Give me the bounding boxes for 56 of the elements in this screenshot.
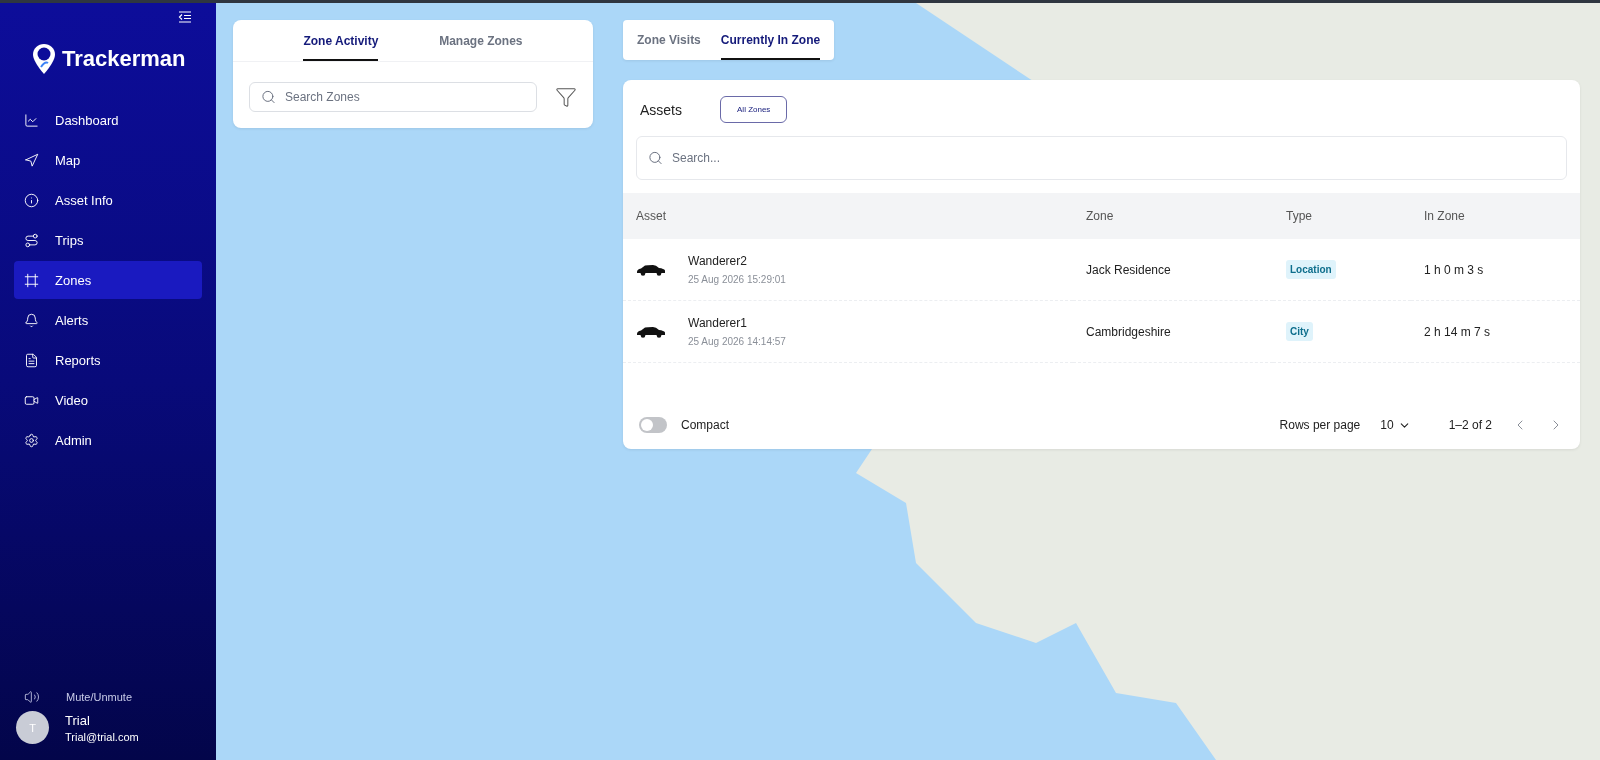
compact-label: Compact (681, 418, 730, 432)
type-tag: City (1286, 322, 1313, 341)
nav-icon (24, 232, 39, 248)
asset-name: Wanderer2 (688, 254, 748, 268)
nav-item[interactable]: Map (14, 141, 202, 179)
search-field[interactable]: Search... (636, 136, 1567, 180)
nav-item[interactable]: Zones (14, 261, 202, 299)
user-name: Trial (65, 712, 91, 728)
speaker-icon[interactable] (24, 689, 40, 705)
page-size-select[interactable]: 10 (1374, 417, 1417, 433)
search-icon (261, 89, 276, 105)
nav-item[interactable]: Video (14, 381, 202, 419)
asset-time: 25 Aug 2026 15:29:01 (688, 274, 786, 285)
type-tag: Location (1286, 260, 1336, 279)
nav-item[interactable]: Admin (14, 421, 202, 459)
car-icon (636, 263, 666, 276)
collapse-menu-icon[interactable] (178, 11, 192, 23)
nav-item[interactable]: Asset Info (14, 181, 202, 219)
table-cell: Jack Residence (1073, 239, 1273, 301)
mute-label: Mute/Unmute (66, 691, 133, 703)
compact-toggle[interactable] (639, 417, 667, 433)
tab[interactable]: Currently In Zone (720, 20, 821, 60)
page-range: 1–2 of 2 (1448, 418, 1492, 432)
column-header: Asset (623, 193, 1073, 239)
filter-icon[interactable] (555, 86, 577, 108)
nav-item[interactable]: Reports (14, 341, 202, 379)
car-icon (636, 325, 666, 338)
nav-item[interactable]: Trips (14, 221, 202, 259)
nav-icon (24, 312, 39, 328)
column-header: In Zone (1411, 193, 1580, 239)
nav-icon (24, 152, 39, 168)
table-cell: 1 h 0 m 3 s (1411, 239, 1580, 301)
rows-per-page-label: Rows per page (1279, 418, 1361, 432)
asset-time: 25 Aug 2026 14:14:57 (688, 336, 786, 347)
nav-item[interactable]: Alerts (14, 301, 202, 339)
table-cell: Cambridgeshire (1073, 301, 1273, 363)
nav-icon (24, 432, 39, 448)
table-cell: 2 h 14 m 7 s (1411, 301, 1580, 363)
logo-text: Trackerman (62, 46, 186, 72)
panel-title: Assets (640, 101, 682, 118)
tab[interactable]: Zone Visits (637, 20, 701, 60)
user-email: Trial@trial.com (65, 730, 139, 743)
nav-icon (24, 112, 39, 128)
search-field[interactable]: Search Zones (249, 82, 537, 112)
nav-icon (24, 352, 39, 368)
tab[interactable]: Manage Zones (439, 20, 523, 61)
nav-icon (24, 272, 39, 288)
search-icon (648, 150, 663, 166)
zones-filter-button[interactable]: All Zones (720, 96, 788, 123)
column-header: Type (1273, 193, 1411, 239)
nav-item[interactable]: Dashboard (14, 101, 202, 139)
logo-pin-icon (32, 43, 56, 75)
nav-icon (24, 192, 39, 208)
asset-name: Wanderer1 (688, 316, 748, 330)
column-header: Zone (1073, 193, 1273, 239)
tab[interactable]: Zone Activity (303, 20, 379, 61)
